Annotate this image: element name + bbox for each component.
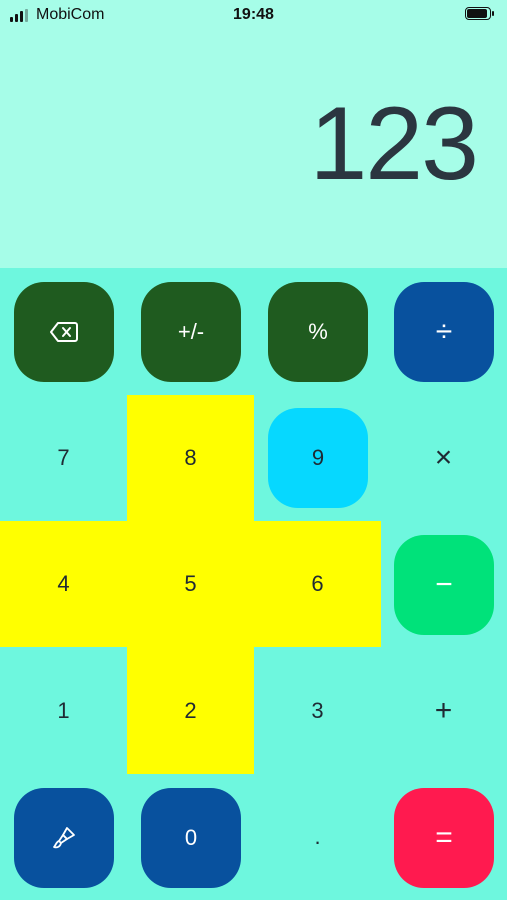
digit-6-button[interactable]: 6	[254, 521, 381, 647]
digit-3-button[interactable]: 3	[254, 648, 381, 774]
percent-label: %	[308, 319, 328, 344]
divide-label: ÷	[435, 315, 453, 348]
plus-button[interactable]: +	[380, 648, 507, 774]
digit-1-button[interactable]: 1	[0, 648, 127, 774]
calculator-display: 123	[0, 30, 507, 268]
display-value: 123	[309, 86, 479, 202]
digit-6-label: 6	[311, 571, 324, 596]
digit-5-button[interactable]: 5	[127, 521, 254, 647]
backspace-icon	[50, 322, 78, 342]
status-time: 19:48	[233, 6, 274, 23]
decimal-label: .	[314, 824, 321, 849]
plus-label: +	[434, 694, 453, 727]
equals-label: =	[435, 821, 453, 854]
equals-button[interactable]: =	[394, 788, 494, 888]
digit-7-button[interactable]: 7	[0, 395, 127, 521]
status-bar: MobiCom 19:48	[0, 0, 507, 30]
digit-9-label: 9	[311, 445, 325, 470]
battery-icon	[465, 7, 495, 22]
digit-8-label: 8	[184, 445, 197, 470]
multiply-button[interactable]: ×	[380, 395, 507, 521]
digit-0-label: 0	[184, 825, 198, 850]
digit-4-button[interactable]: 4	[0, 521, 127, 647]
percent-button[interactable]: %	[268, 282, 368, 382]
digit-9-button[interactable]: 9	[268, 408, 368, 508]
divide-button[interactable]: ÷	[394, 282, 494, 382]
digit-3-label: 3	[311, 698, 324, 723]
plus-minus-button[interactable]: +/-	[141, 282, 241, 382]
paintbrush-icon	[53, 827, 75, 849]
plus-minus-label: +/-	[177, 319, 205, 344]
digit-5-label: 5	[184, 571, 197, 596]
digit-0-button[interactable]: 0	[141, 788, 241, 888]
digit-1-label: 1	[57, 698, 70, 723]
minus-label: −	[435, 568, 453, 601]
digit-8-button[interactable]: 8	[127, 395, 254, 521]
digit-2-label: 2	[184, 698, 197, 723]
minus-button[interactable]: −	[394, 535, 494, 635]
digit-7-label: 7	[57, 445, 70, 470]
decimal-button[interactable]: .	[254, 774, 381, 900]
theme-button[interactable]	[14, 788, 114, 888]
multiply-label: ×	[434, 441, 453, 474]
backspace-button[interactable]	[14, 282, 114, 382]
digit-2-button[interactable]: 2	[127, 648, 254, 774]
digit-4-label: 4	[57, 571, 70, 596]
keypad: +/- % ÷ 7 8 9 × 4 5 6 − 1 2 3 + 0 . =	[0, 268, 507, 900]
